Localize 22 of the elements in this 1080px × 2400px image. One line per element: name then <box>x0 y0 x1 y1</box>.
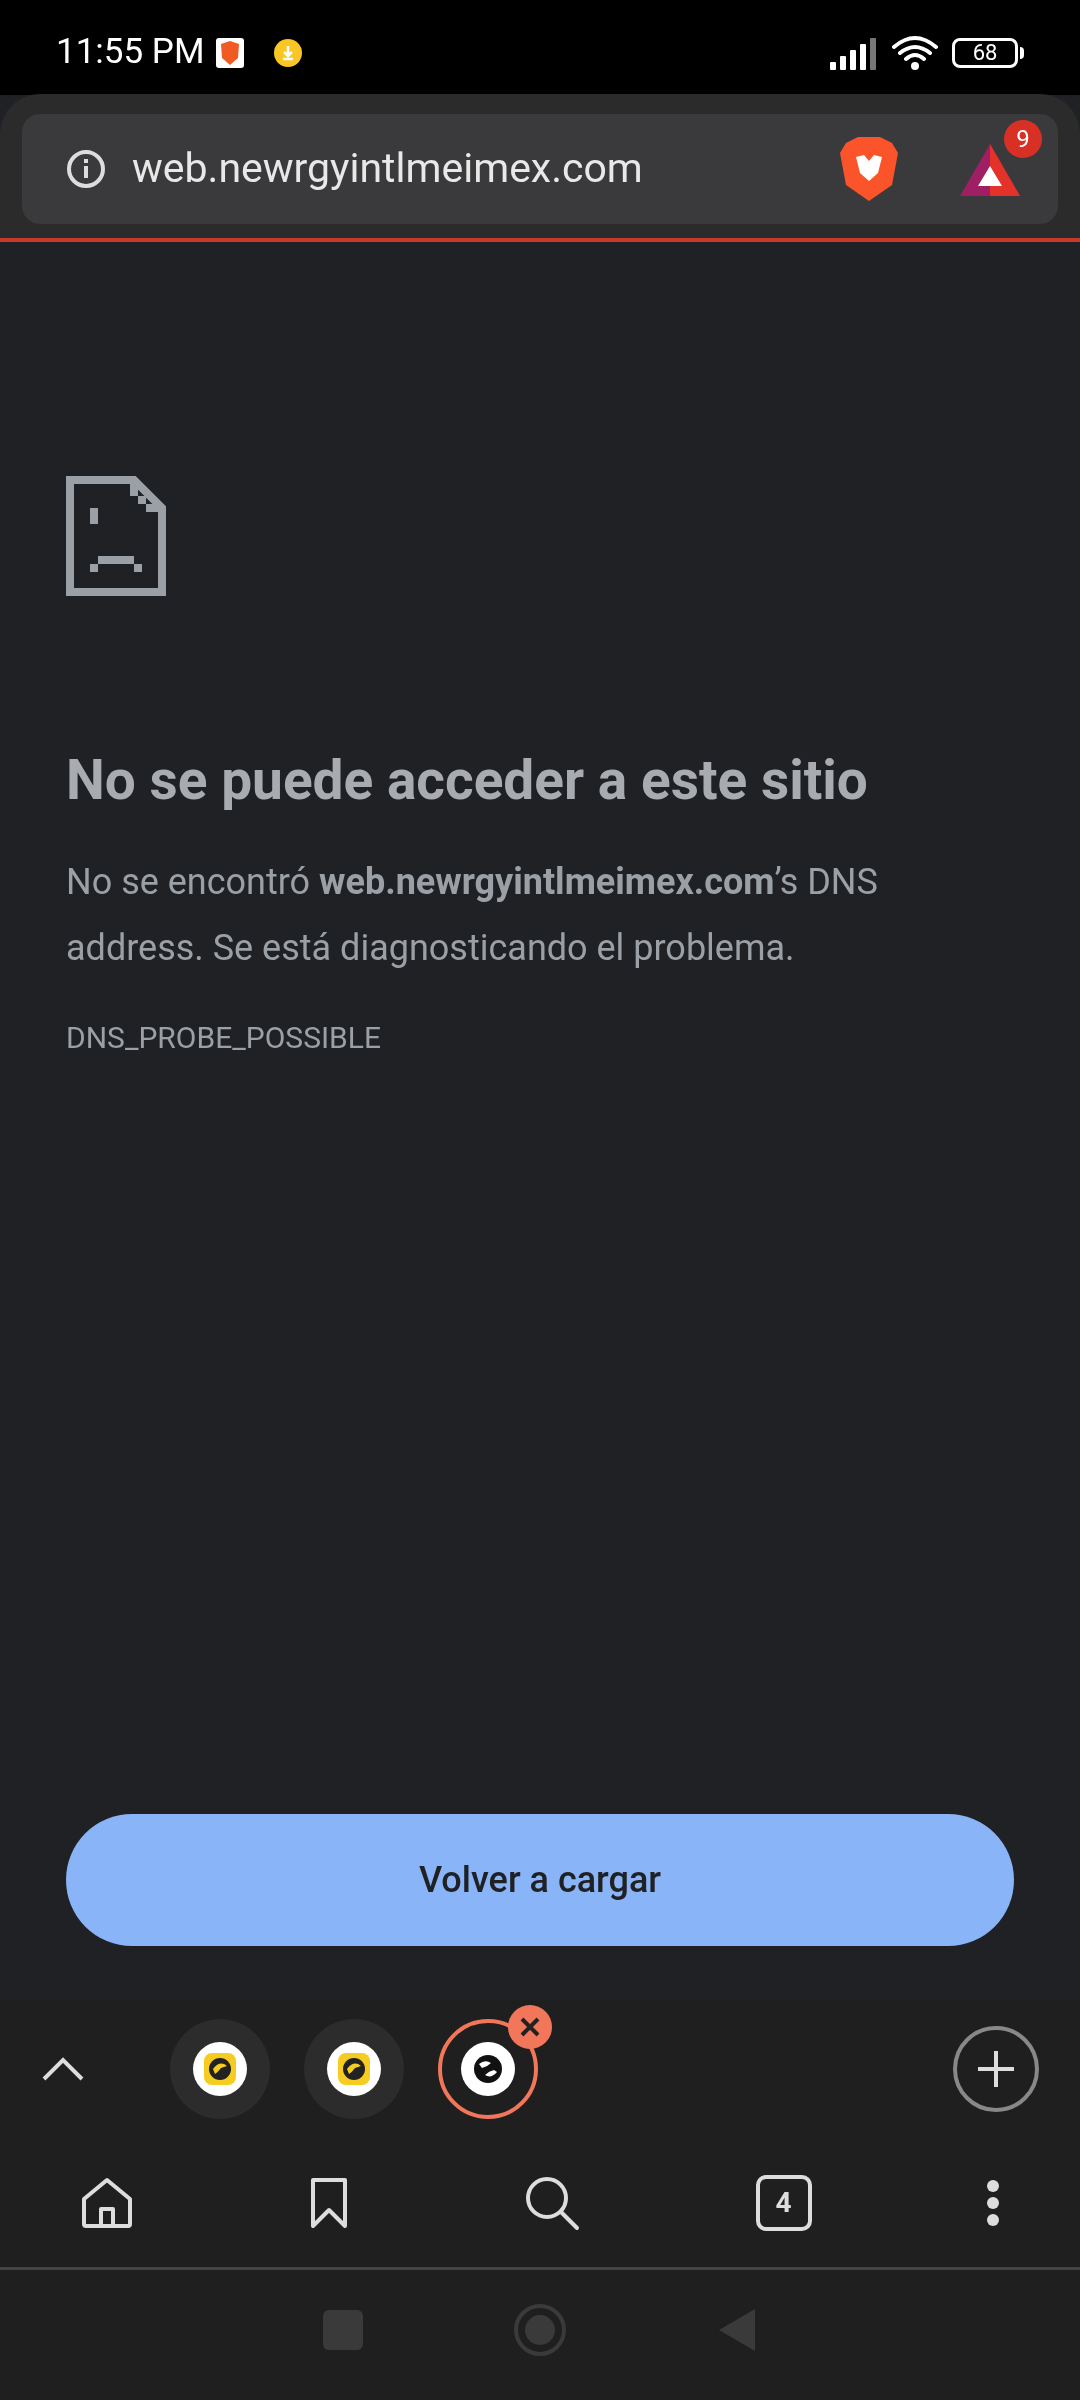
signal-icon <box>830 35 878 70</box>
error-code: DNS_PROBE_POSSIBLE <box>66 1018 382 1057</box>
home-icon[interactable] <box>80 2176 134 2229</box>
download-icon <box>274 38 303 67</box>
notification-badge: 9 <box>1004 120 1042 158</box>
chevron-up-icon[interactable] <box>40 2055 86 2083</box>
url-text: web.newrgyintlmeimex.com <box>132 143 643 195</box>
more-icon[interactable] <box>986 2178 1000 2227</box>
error-message: No se encontró web.newrgyintlmeimex.com’s DNS address. Se está diagnosticando el problema. <box>66 859 879 971</box>
sad-page-icon <box>66 476 166 596</box>
tab-count-button[interactable]: 4 <box>755 2174 812 2231</box>
info-icon <box>66 149 106 189</box>
address-bar[interactable]: web.newrgyintlmeimex.com 9 <box>22 114 1058 224</box>
add-tab-icon[interactable] <box>952 2025 1040 2113</box>
reload-button[interactable]: Volver a cargar <box>66 1814 1014 1946</box>
error-title: No se puede acceder a este sitio <box>66 747 869 814</box>
globe-icon <box>461 2042 515 2096</box>
close-icon[interactable] <box>508 2005 552 2049</box>
bookmark-icon[interactable] <box>308 2176 349 2229</box>
wifi-icon <box>892 34 938 71</box>
battery-indicator: 68 <box>952 37 1018 68</box>
status-time: 11:55 PM <box>56 30 205 75</box>
